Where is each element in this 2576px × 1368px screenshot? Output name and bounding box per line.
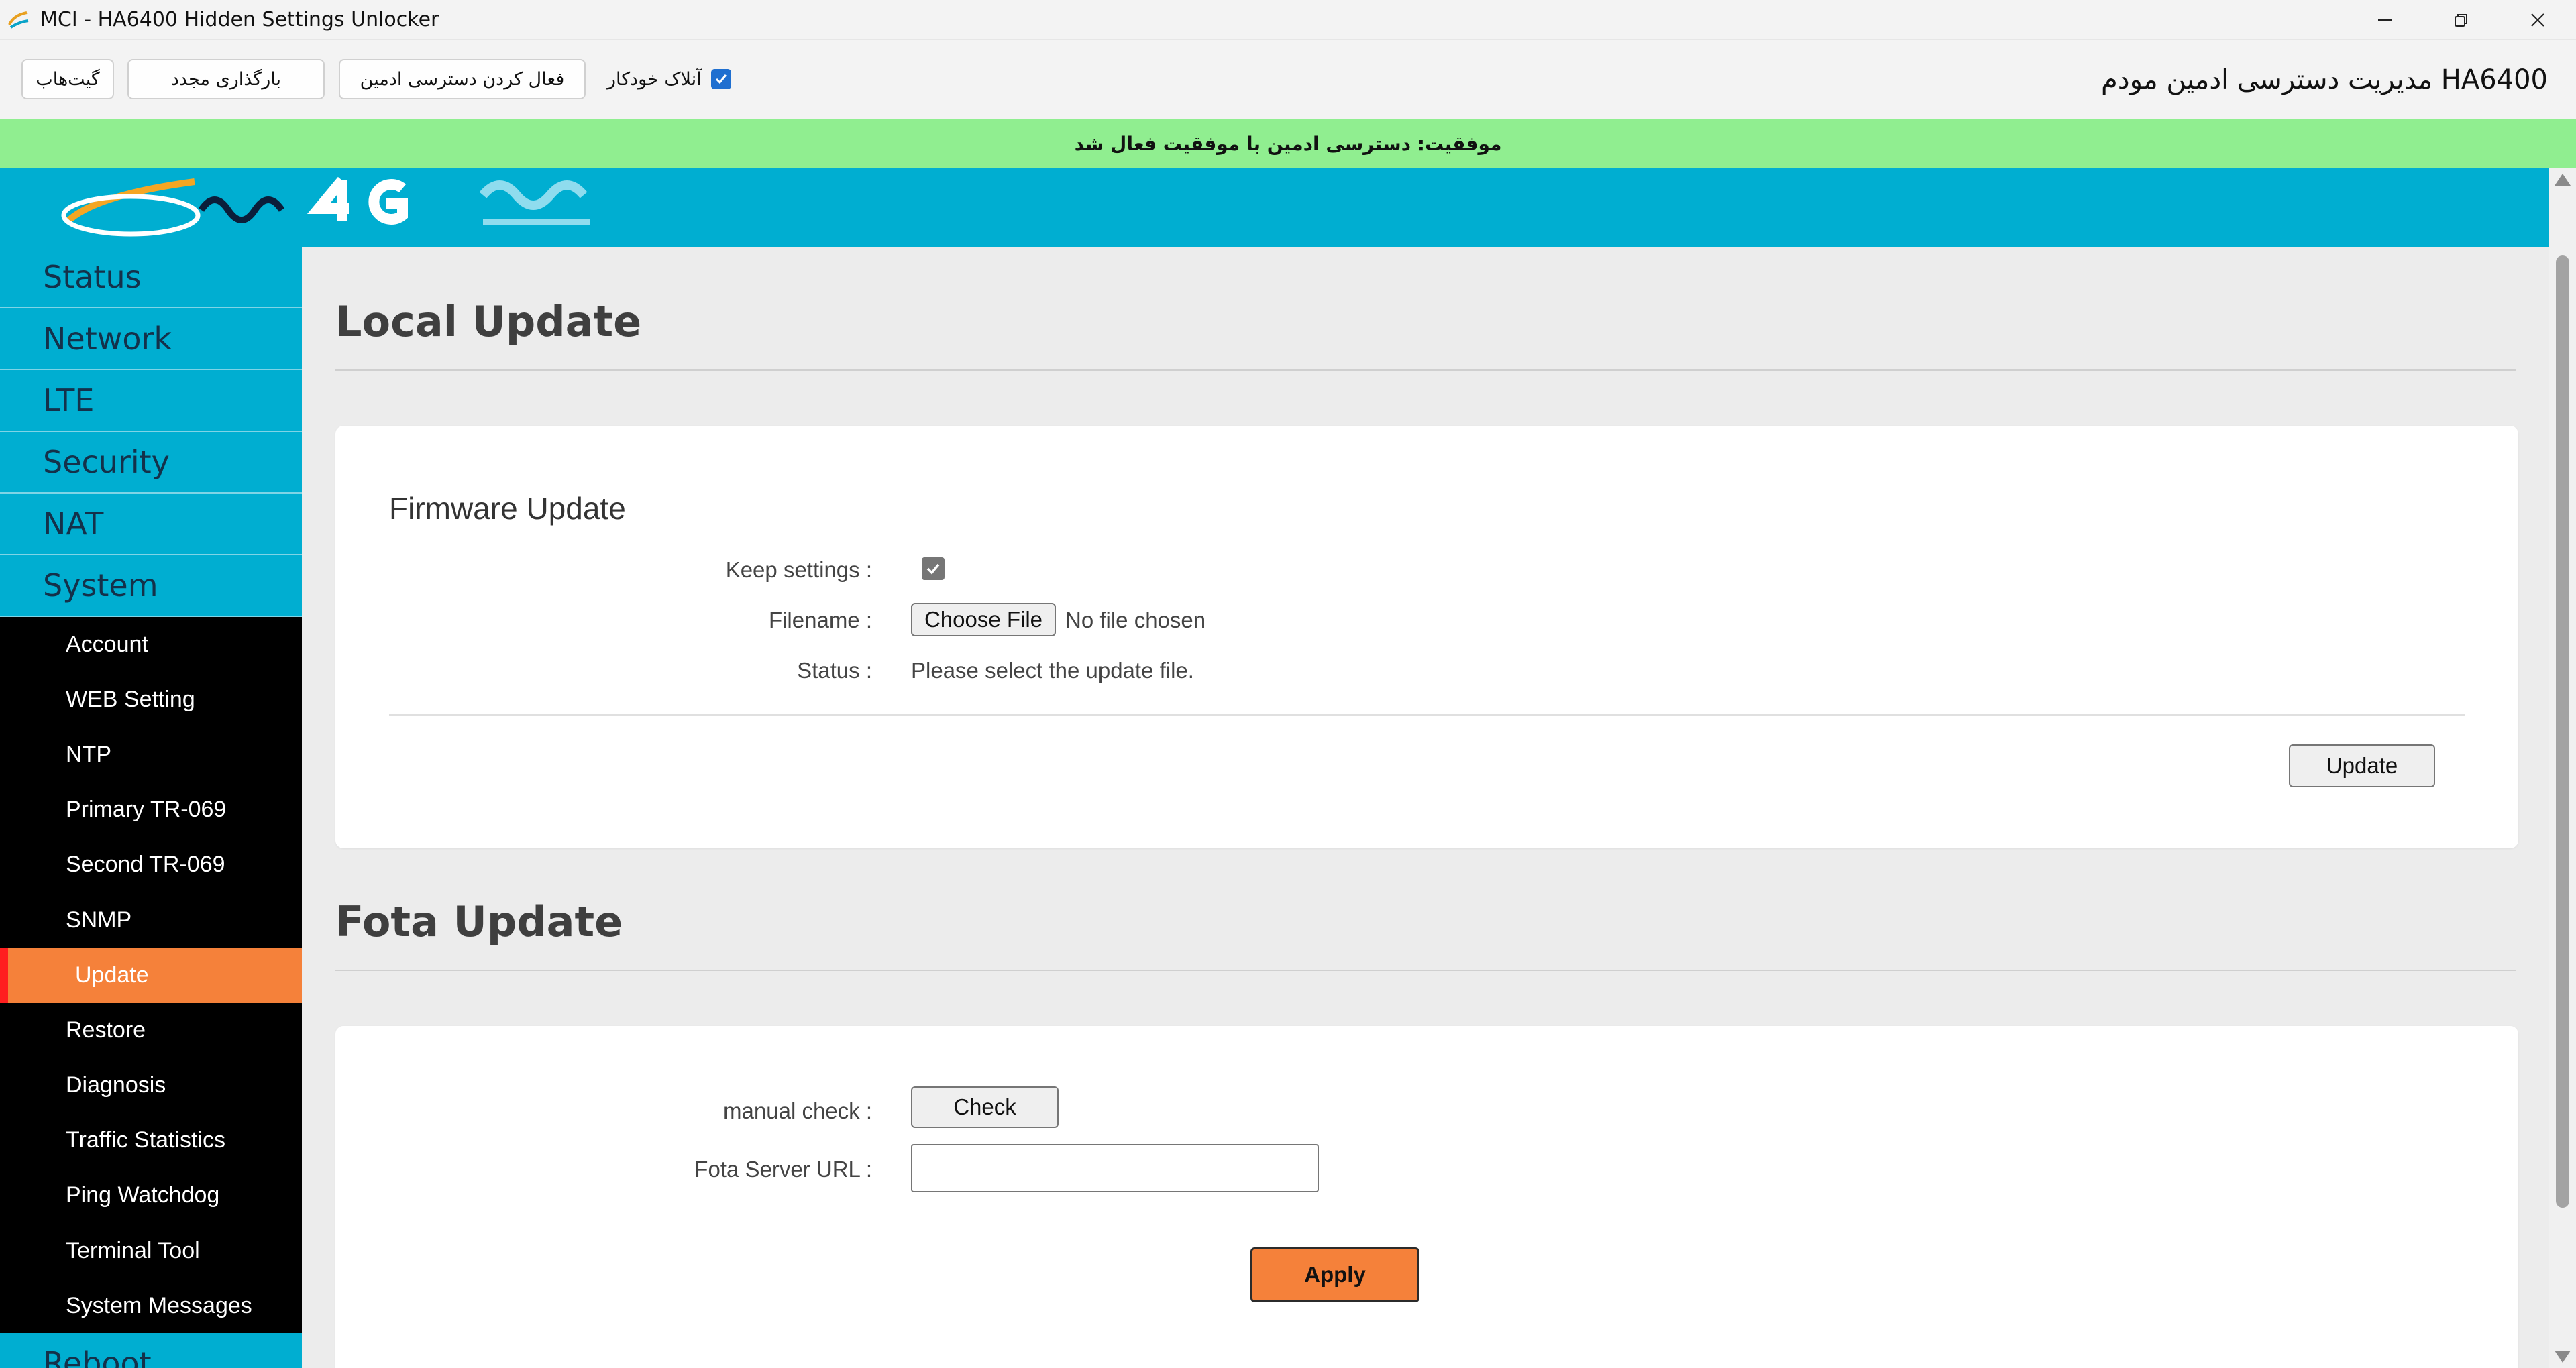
scroll-down-icon[interactable] (2555, 1351, 2571, 1363)
scroll-thumb[interactable] (2556, 255, 2569, 1208)
close-button[interactable] (2500, 0, 2576, 40)
main-content: Local Update Firmware Update Keep settin… (302, 247, 2549, 1368)
no-file-text: No file chosen (1065, 608, 1206, 632)
nav-ntp[interactable]: NTP (0, 727, 302, 782)
minimize-icon (2378, 19, 2392, 21)
enable-admin-button[interactable]: فعال کردن دسترسی ادمین (339, 59, 586, 99)
success-banner: موفقیت: دسترسی ادمین با موفقیت فعال شد (0, 119, 2576, 168)
card-divider (389, 714, 2465, 716)
filename-label: Filename : (768, 608, 872, 632)
auto-unlock-toggle[interactable]: آنلاک خودکار (607, 59, 731, 99)
nav-lte[interactable]: LTE (0, 370, 302, 432)
fota-server-url-label: Fota Server URL : (694, 1157, 872, 1182)
app-icon (5, 6, 32, 33)
window-title-bar: MCI - HA6400 Hidden Settings Unlocker (0, 0, 2576, 40)
router-webview: Status Network LTE Security NAT System A… (0, 168, 2549, 1368)
nav-network[interactable]: Network (0, 308, 302, 370)
github-button[interactable]: گیت‌هاب (21, 59, 114, 99)
nav-nat[interactable]: NAT (0, 494, 302, 555)
auto-unlock-label: آنلاک خودکار (607, 68, 702, 90)
fota-server-url-input[interactable] (911, 1144, 1319, 1192)
nav-restore[interactable]: Restore (0, 1003, 302, 1058)
choose-file-button[interactable]: Choose File (911, 603, 1056, 636)
nav-web-setting[interactable]: WEB Setting (0, 672, 302, 727)
firmware-update-card: Firmware Update Keep settings : Filename… (335, 426, 2518, 848)
apply-button[interactable]: Apply (1250, 1247, 1419, 1302)
close-icon (2531, 13, 2544, 27)
nav-terminal-tool[interactable]: Terminal Tool (0, 1223, 302, 1278)
nav-reboot[interactable]: Reboot (0, 1333, 302, 1368)
brand-logo (54, 168, 631, 247)
nav-snmp[interactable]: SNMP (0, 893, 302, 948)
restore-icon (2455, 13, 2467, 27)
check-icon (926, 563, 940, 575)
webview-scrollbar[interactable] (2549, 168, 2576, 1368)
check-button[interactable]: Check (911, 1086, 1059, 1128)
nav-status[interactable]: Status (0, 247, 302, 308)
local-update-title: Local Update (335, 297, 642, 346)
router-header (0, 168, 2549, 247)
nav-security[interactable]: Security (0, 432, 302, 494)
update-button[interactable]: Update (2289, 744, 2435, 787)
nav-account[interactable]: Account (0, 617, 302, 672)
nav-primary-tr069[interactable]: Primary TR-069 (0, 783, 302, 838)
manual-check-label: manual check : (723, 1098, 872, 1123)
firmware-update-heading: Firmware Update (389, 491, 626, 526)
keep-settings-checkbox[interactable] (922, 557, 945, 580)
fota-update-title: Fota Update (335, 897, 623, 946)
window-title: MCI - HA6400 Hidden Settings Unlocker (40, 7, 439, 32)
nav-update[interactable]: Update (0, 948, 302, 1003)
router-sidebar: Status Network LTE Security NAT System A… (0, 247, 302, 1368)
app-heading: مدیریت دسترسی ادمین مودم HA6400 (2101, 64, 2548, 95)
nav-diagnosis[interactable]: Diagnosis (0, 1058, 302, 1113)
nav-traffic-statistics[interactable]: Traffic Statistics (0, 1113, 302, 1168)
app-toolbar: گیت‌هاب بارگذاری مجدد فعال کردن دسترسی ا… (0, 40, 2576, 119)
nav-system-messages[interactable]: System Messages (0, 1278, 302, 1333)
section-divider (335, 970, 2516, 971)
nav-second-tr069[interactable]: Second TR-069 (0, 838, 302, 893)
keep-settings-label: Keep settings : (725, 557, 872, 582)
reload-button[interactable]: بارگذاری مجدد (127, 59, 325, 99)
check-icon (715, 74, 727, 84)
scroll-up-icon[interactable] (2555, 174, 2571, 186)
restore-button[interactable] (2423, 0, 2500, 40)
fota-update-card: manual check : Check Fota Server URL : A… (335, 1026, 2518, 1368)
section-divider (335, 369, 2516, 371)
nav-ping-watchdog[interactable]: Ping Watchdog (0, 1168, 302, 1223)
nav-system[interactable]: System (0, 555, 302, 617)
status-label: Status : (797, 658, 872, 683)
status-value: Please select the update file. (911, 658, 1194, 683)
auto-unlock-checkbox[interactable] (710, 69, 731, 89)
minimize-button[interactable] (2347, 0, 2423, 40)
